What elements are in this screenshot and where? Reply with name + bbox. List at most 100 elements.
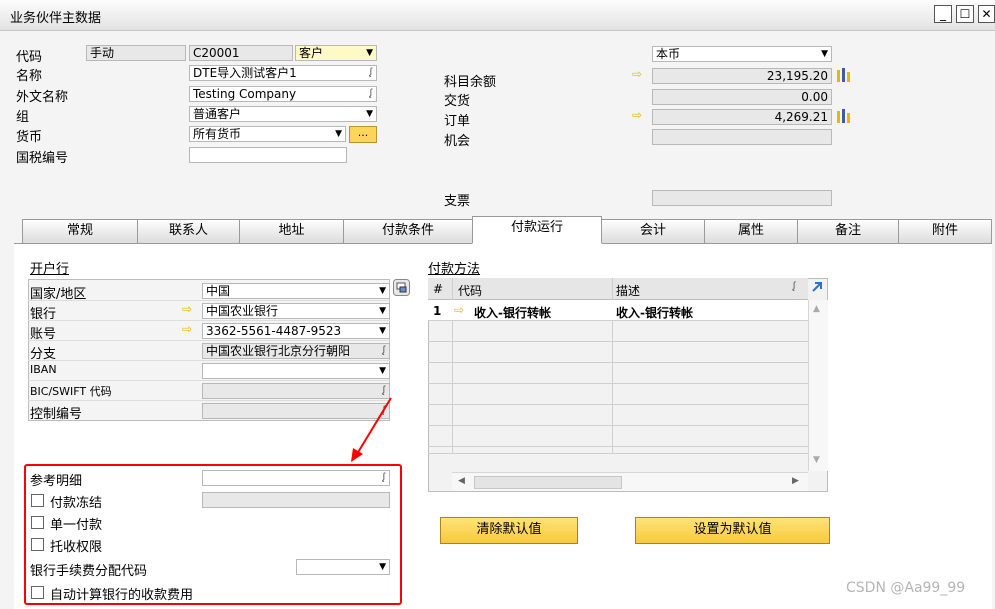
account-balance-field: 23,195.20 [652,68,832,84]
link-arrow-icon[interactable]: ⇨ [182,322,192,336]
table-row[interactable] [428,363,808,384]
tab-attachments[interactable]: 附件 [898,219,992,243]
scroll-down-icon[interactable]: ▼ [813,455,820,465]
bank-value: 中国农业银行 [206,304,279,318]
tab-remarks[interactable]: 备注 [797,219,899,243]
horizontal-scrollbar[interactable]: ◀ ▶ [452,472,808,491]
foreign-name-label: 外文名称 [16,90,69,105]
vertical-scrollbar[interactable]: ▲ ▼ [808,300,828,471]
bank-row-label: IBAN [30,363,57,376]
opportunities-label: 机会 [444,134,471,149]
col-description-header: 描述 [616,284,641,298]
table-row[interactable]: 1 ⇨ 收入-银行转帐 收入-银行转帐 [428,300,808,321]
currency-browse-button[interactable]: ... [349,126,377,143]
code-field[interactable]: C20001 [189,45,293,61]
tab-payment-terms[interactable]: 付款条件 [343,219,473,243]
tax-id-field[interactable] [189,147,347,163]
group-select[interactable]: 普通客户 ▼ [189,106,377,122]
bank-details-icon[interactable] [393,279,410,296]
tab-accounting[interactable]: 会计 [601,219,705,243]
orders-field: 4,269.21 [652,109,832,125]
code-label: 代码 [16,50,43,65]
bank-select[interactable]: 中国农业银行 ▼ [202,303,390,319]
bank-row-label: 控制编号 [30,407,83,422]
scroll-thumb[interactable] [474,476,622,489]
table-row[interactable] [428,426,808,447]
collection-authorization-checkbox[interactable] [31,538,44,551]
branch-value: 中国农业银行北京分行朝阳 [206,344,351,358]
bar-chart-icon[interactable] [836,109,852,123]
chevron-down-icon: ▼ [379,326,386,336]
set-default-button[interactable]: 设置为默认值 [635,517,830,544]
clear-default-button[interactable]: 清除默认值 [440,517,578,544]
bank-section-title: 开户行 [30,262,70,277]
bp-type-select[interactable]: 客户 ▼ [295,45,377,61]
table-row[interactable] [428,321,808,342]
bank-row-label: 分支 [30,347,57,362]
maximize-button[interactable]: ☐ [956,5,974,23]
col-num-header: # [433,282,444,296]
country-select[interactable]: 中国 ▼ [202,283,390,299]
code-mode-value: 手动 [90,46,115,60]
tab-addresses[interactable]: 地址 [239,219,344,243]
tab-contacts[interactable]: 联系人 [137,219,240,243]
tax-id-label: 国税编号 [16,151,69,166]
chevron-down-icon: ▼ [379,286,386,296]
col-code-header: 代码 [458,284,483,298]
local-currency-select[interactable]: 本币 ▼ [652,46,832,62]
chevron-down-icon: ▼ [366,109,373,119]
close-button[interactable]: ✕ [978,5,995,23]
iban-select[interactable]: ▼ [202,363,390,379]
table-row[interactable] [428,384,808,405]
tab-properties[interactable]: 属性 [704,219,798,243]
account-select[interactable]: 3362-5561-4487-9523 ▼ [202,323,390,339]
minimize-button[interactable]: _ [934,5,952,23]
checks-label: 支票 [444,194,471,209]
row-description: 收入-银行转帐 [616,306,693,320]
scroll-left-icon[interactable]: ◀ [458,476,465,486]
branch-field[interactable]: 中国农业银行北京分行朝阳 ᶘ [202,343,390,359]
code-mode-field[interactable]: 手动 [86,45,186,61]
scroll-up-icon[interactable]: ▲ [813,304,820,314]
checks-field [652,190,832,206]
bank-row-bank: 银行 ⇨ 中国农业银行 ▼ [28,301,390,322]
link-arrow-icon[interactable]: ⇨ [454,303,464,317]
bank-row-label: 账号 [30,327,57,342]
grid-header: # 代码 描述 ᶘ [428,278,808,300]
name-value: DTE导入测试客户1 [193,66,297,80]
name-field[interactable]: DTE导入测试客户1 ᶘ [189,65,377,81]
code-value: C20001 [193,46,240,60]
bank-charges-code-select[interactable]: ▼ [296,559,390,575]
link-arrow-icon[interactable]: ⇨ [632,67,642,81]
bank-charges-code-label: 银行手续费分配代码 [30,564,148,579]
currency-value: 所有货币 [193,127,242,141]
bank-row-label: 国家/地区 [30,287,87,302]
country-value: 中国 [206,284,231,298]
foreign-name-field[interactable]: Testing Company ᶘ [189,86,377,102]
reference-details-field[interactable]: ᶘ [202,470,390,486]
currency-select[interactable]: 所有货币 ▼ [189,126,346,142]
payment-block-reason-field [202,492,390,508]
bank-row-bic: BIC/SWIFT 代码 ᶘ [28,381,390,401]
table-row[interactable] [428,447,808,454]
row-num: 1 [433,304,442,318]
payment-block-checkbox[interactable] [31,494,44,507]
chevron-down-icon: ▼ [366,48,373,58]
link-arrow-icon[interactable]: ⇨ [182,302,192,316]
table-row[interactable] [428,342,808,363]
group-value: 普通客户 [193,107,242,121]
foreign-name-value: Testing Company [193,87,297,101]
tab-general[interactable]: 常规 [22,219,138,243]
table-row[interactable] [428,405,808,426]
currency-label: 货币 [16,130,43,145]
link-arrow-icon[interactable]: ⇨ [632,108,642,122]
tab-payment-run[interactable]: 付款运行 [472,216,602,244]
bar-chart-icon[interactable] [836,68,852,82]
annotation-arrow [351,397,392,462]
auto-calc-fees-checkbox[interactable] [31,586,44,599]
lens-icon: ᶘ [382,345,385,356]
single-payment-checkbox[interactable] [31,516,44,529]
lens-icon: ᶘ [369,88,372,99]
expand-grid-icon[interactable] [810,280,824,294]
scroll-right-icon[interactable]: ▶ [792,476,799,486]
